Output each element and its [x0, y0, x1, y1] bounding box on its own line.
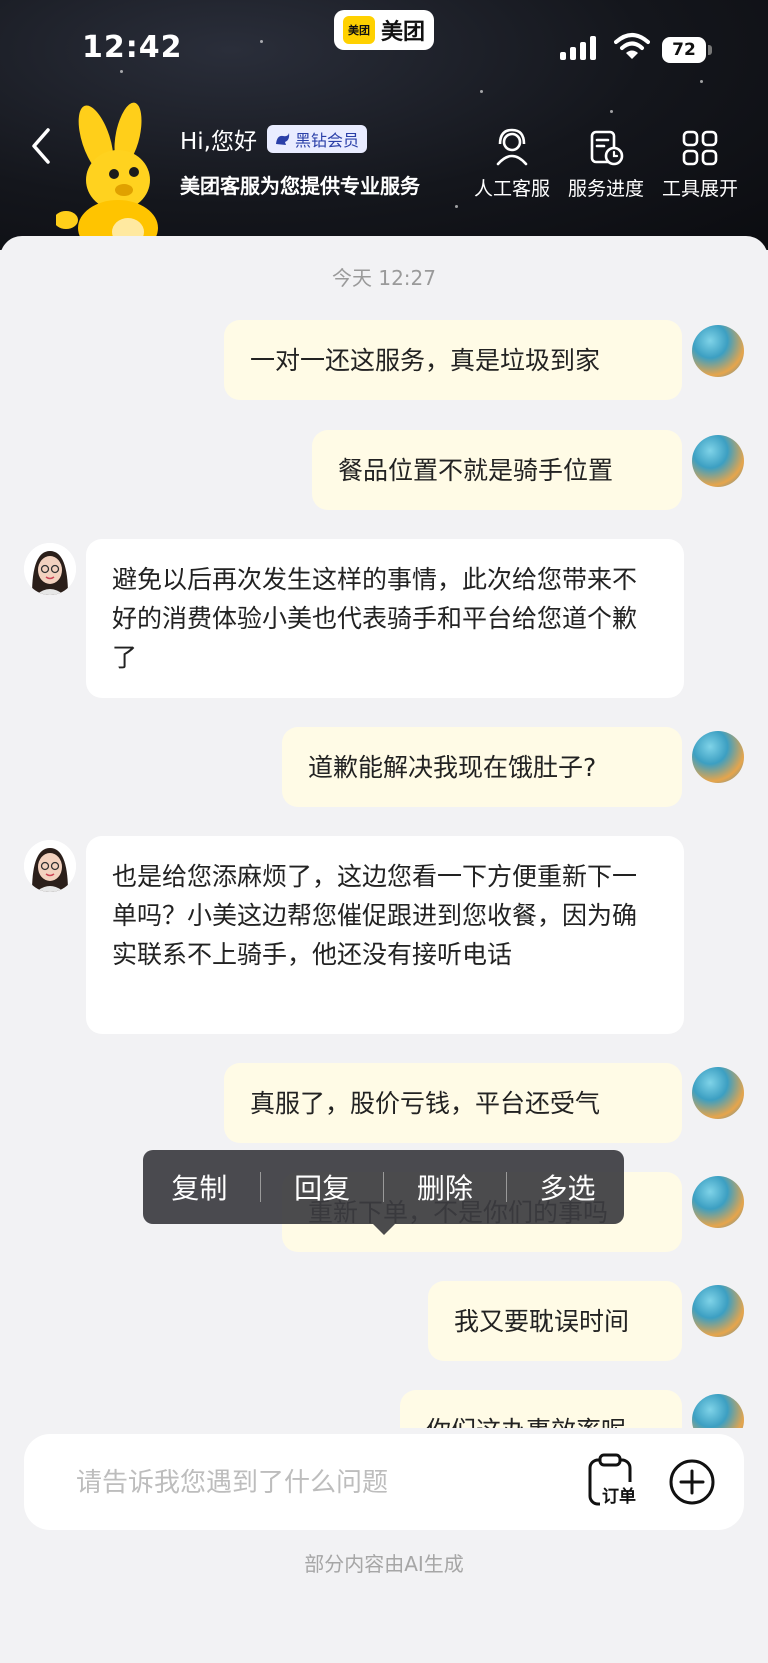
agent-message-bubble[interactable]: 避免以后再次发生这样的事情，此次给您带来不好的消费体验小美也代表骑手和平台给您道… — [86, 539, 684, 698]
status-bar-time: 12:42 — [82, 30, 183, 65]
meituan-logo-icon: 美团 — [342, 16, 375, 44]
back-arrow-icon[interactable] — [26, 126, 56, 166]
user-avatar[interactable] — [692, 1285, 744, 1337]
greeting-text: Hi,您好 — [180, 129, 257, 155]
agent-portrait-icon — [24, 543, 76, 595]
kangaroo-mascot-icon — [56, 102, 158, 250]
my-message-bubble[interactable]: 一对一还这服务，真是垃圾到家 — [224, 320, 682, 400]
message-context-menu: 复制 回复 删除 多选 — [143, 1150, 624, 1224]
delete-menu-item[interactable]: 删除 — [417, 1167, 473, 1207]
order-button[interactable]: 订单 — [586, 1452, 644, 1512]
menu-divider — [382, 1172, 384, 1202]
reply-menu-item[interactable]: 回复 — [294, 1167, 350, 1207]
menu-divider — [260, 1172, 262, 1202]
my-message-bubble[interactable]: 真服了，股价亏钱，平台还受气 — [224, 1063, 682, 1143]
menu-divider — [505, 1172, 507, 1202]
message-input[interactable]: 请告诉我您遇到了什么问题 — [76, 1462, 388, 1499]
tools-expand-label: 工具展开 — [661, 178, 738, 200]
chat-timestamp: 今天 12:27 — [332, 266, 436, 290]
human-service-button[interactable]: 人工客服 — [467, 128, 557, 201]
copy-menu-item[interactable]: 复制 — [171, 1167, 227, 1207]
app-return-label: 美团 — [380, 20, 425, 45]
battery-tip — [708, 45, 712, 55]
context-menu-pointer — [373, 1224, 395, 1235]
tools-expand-button[interactable]: 工具展开 — [655, 128, 745, 201]
my-message-bubble[interactable]: 道歉能解决我现在饿肚子? — [282, 727, 682, 807]
wifi-icon — [614, 33, 650, 59]
vip-badge-label: 黑钻会员 — [295, 131, 360, 150]
vip-member-badge[interactable]: 黑钻会员 — [267, 125, 368, 153]
chat-header: 12:42 美团 美团 72 Hi,您好 黑钻会员 美团客服为您提供专业服务 人… — [0, 0, 768, 250]
battery-indicator: 72 — [662, 37, 706, 63]
multi-select-menu-item[interactable]: 多选 — [540, 1167, 596, 1207]
plus-icon[interactable] — [668, 1458, 716, 1506]
app-return-pill[interactable]: 美团 美团 — [334, 10, 434, 50]
agent-portrait-icon — [24, 840, 76, 892]
agent-avatar[interactable] — [24, 840, 76, 892]
service-progress-label: 服务进度 — [567, 178, 644, 200]
service-subtitle: 美团客服为您提供专业服务 — [180, 174, 420, 198]
cellular-signal-icon — [560, 36, 596, 60]
my-message-bubble[interactable]: 餐品位置不就是骑手位置 — [312, 430, 682, 510]
agent-avatar[interactable] — [24, 543, 76, 595]
progress-clock-icon — [590, 130, 624, 166]
greeting: Hi,您好 黑钻会员 — [180, 122, 368, 156]
grid-icon — [682, 130, 718, 166]
user-avatar[interactable] — [692, 1176, 744, 1228]
my-message-bubble[interactable]: 我又要耽误时间 — [428, 1281, 682, 1361]
kangaroo-badge-icon — [276, 133, 290, 145]
user-avatar[interactable] — [692, 435, 744, 487]
message-input-bar[interactable]: 请告诉我您遇到了什么问题 订单 — [24, 1434, 744, 1530]
user-avatar[interactable] — [692, 731, 744, 783]
ai-disclaimer: 部分内容由AI生成 — [304, 1552, 464, 1576]
user-avatar[interactable] — [692, 325, 744, 377]
agent-message-bubble[interactable]: 也是给您添麻烦了，这边您看一下方便重新下一单吗？小美这边帮您催促跟进到您收餐，因… — [86, 836, 684, 1034]
user-avatar[interactable] — [692, 1067, 744, 1119]
human-service-label: 人工客服 — [473, 178, 550, 200]
service-progress-button[interactable]: 服务进度 — [561, 128, 651, 201]
order-label: 订单 — [600, 1482, 638, 1507]
headset-icon — [496, 128, 528, 166]
